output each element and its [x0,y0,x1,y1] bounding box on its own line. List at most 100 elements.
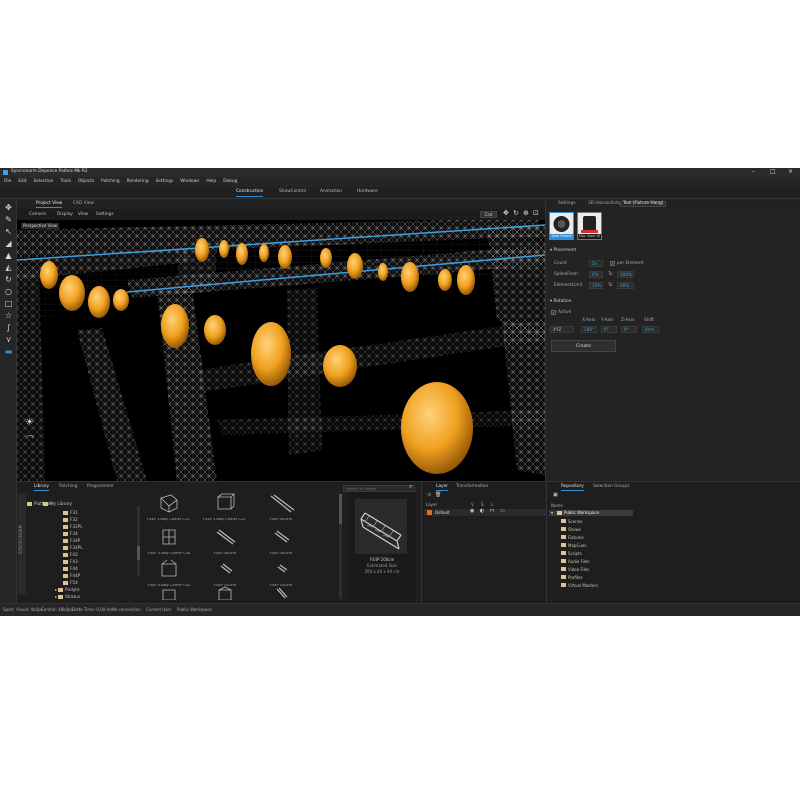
tab-programmer[interactable]: Programmer [87,484,114,489]
fill-tool-icon[interactable]: ◭ [3,263,14,273]
star-tool-icon[interactable]: ☆ [3,311,14,321]
tab-library[interactable]: Library [34,484,50,492]
repository-item[interactable]: Fixtures [561,535,584,540]
library-item[interactable]: F44P 300cm [203,526,247,556]
edit-tool-icon[interactable]: ✎ [3,215,14,225]
spline-from-field[interactable]: 0% [589,271,603,278]
placement-section-header[interactable]: ▾ Placement [550,248,576,253]
rotate-view-icon[interactable]: ↻ [513,210,519,217]
viewport-menu-settings[interactable]: Settings [96,212,114,217]
tree-item[interactable]: My Library [43,501,72,507]
library-item[interactable]: F44P 500cm [259,492,303,522]
rectangle-tool-icon[interactable]: □ [3,299,14,309]
tab-patching[interactable]: Patching [59,484,77,489]
menu-debug[interactable]: Debug [223,179,237,184]
tab-layer[interactable]: Layer [436,484,448,492]
search-icon[interactable]: ⌕ [409,484,412,490]
library-item[interactable]: F44P 1-Way Corner C13 110° [147,492,191,522]
repository-item[interactable]: Profiles [561,575,583,580]
tree-item[interactable]: F42 [63,552,78,558]
fixture-thumb-spot[interactable]: Spot Fixture [549,212,574,240]
library-item[interactable]: F44P 4-Way Corner C42 [147,558,191,588]
tree-item[interactable]: F34 [63,531,78,537]
repository-item[interactable]: Video Files [561,567,589,572]
menu-objects[interactable]: Objects [78,179,94,184]
library-item[interactable]: F44P 150cm [203,558,247,588]
grid-scrollbar-thumb[interactable] [339,494,342,524]
eye-icon[interactable]: ◉ [470,509,474,514]
circle-tool-icon[interactable]: ○ [3,287,14,297]
tree-item[interactable]: F44 [63,566,78,572]
menu-edit[interactable]: Edit [18,179,26,184]
tree-scrollbar-thumb[interactable] [137,546,140,560]
library-search-input[interactable]: Search in Library [343,485,415,492]
solo-icon[interactable]: ◐ [480,509,484,514]
maximize-icon[interactable]: □ [770,169,776,175]
spline-to-field[interactable]: 100% [617,271,634,278]
rotation-active-checkbox[interactable]: ✓ [551,310,556,315]
fit-view-icon[interactable]: ⊡ [533,210,539,217]
viewport-menu-camera[interactable]: Camera [29,212,46,217]
library-item[interactable] [203,586,247,602]
3d-scene[interactable]: Perspective View ☀ ◠ [17,220,545,481]
mode-hardware[interactable]: Hardware [357,189,378,194]
tree-item[interactable]: F32PL [63,524,83,530]
rotation-section-header[interactable]: ▾ Rotation [550,299,572,304]
tree-item[interactable]: ▸ Prolyte [55,587,80,593]
tab-project-view[interactable]: Project View [36,201,63,209]
tab-transformation[interactable]: Transformation [456,484,488,489]
active-tool-icon[interactable]: ▬ [3,347,14,357]
shift-field[interactable]: 0cm [642,326,659,333]
tab-selection-groups[interactable]: Selection Groups [593,484,630,489]
tab-tool-fixture-hang[interactable]: Tool (Fixture Hang) [620,201,667,208]
minimize-icon[interactable]: – [752,169,755,175]
tab-repository[interactable]: Repository [561,484,584,492]
z-axis-field[interactable]: 0° [621,326,637,333]
element-limit-to-field[interactable]: 90% [617,282,634,289]
lock-icon[interactable]: ⊓ [490,509,494,514]
rotation-mode-select[interactable]: XYZ [550,326,574,333]
cad-button[interactable]: Cad [480,211,497,218]
repository-folder-icon[interactable]: ▣ [553,493,558,498]
spline-tool-icon[interactable]: ∫ [3,323,14,333]
fixture-hang-tool-icon[interactable]: ⋎ [3,335,14,345]
add-layer-icon[interactable]: ⊕ [427,493,431,498]
tree-item[interactable]: F32 [63,517,78,523]
tree-scrollbar[interactable] [137,506,140,576]
menu-windows[interactable]: Windows [180,179,199,184]
move-view-icon[interactable]: ✥ [503,210,509,217]
grid-scrollbar[interactable] [339,494,342,599]
viewport-menu-display[interactable]: Display [57,212,73,217]
library-item[interactable]: F44P 3-Way Corner C30 [147,526,191,556]
create-button[interactable]: Create [551,340,616,352]
tab-cad-view[interactable]: CAD View [73,201,94,206]
repository-item[interactable]: Scripts [561,551,582,556]
tree-item[interactable]: ▸ Stratus [55,594,80,600]
menu-patching[interactable]: Patching [101,179,119,184]
sun-light-icon[interactable]: ☀ [25,418,34,428]
tree-item[interactable]: F34P [63,538,80,544]
zoom-view-icon[interactable]: ⊕ [523,210,529,217]
repository-item[interactable]: Scenes [561,519,582,524]
select-arrow-icon[interactable]: ↖ [3,227,14,237]
library-item[interactable]: F44P 200cm [259,526,303,556]
ramp-tool-icon[interactable]: ◢ [3,239,14,249]
x-axis-field[interactable]: 180° [581,326,597,333]
layer-row[interactable]: Default ◉ ◐ ⊓ ▭ [424,509,546,516]
tab-settings[interactable]: Settings [558,201,576,206]
mode-showcontrol[interactable]: ShowControl [279,189,306,194]
menu-settings[interactable]: Settings [156,179,174,184]
library-item[interactable] [147,586,191,602]
menu-rendering[interactable]: Rendering [127,179,149,184]
menu-tools[interactable]: Tools [60,179,71,184]
tree-item[interactable]: F43 [63,559,78,565]
gauge-icon[interactable]: ◠ [26,435,34,444]
mode-animation[interactable]: Animation [320,189,342,194]
y-axis-field[interactable]: 0° [601,326,617,333]
tree-item[interactable]: F44P [63,573,80,579]
layer-options-icon[interactable]: ▭ [500,509,505,514]
tab-3d-interactivity[interactable]: 3D Interactivity [588,201,621,206]
element-limit-from-field[interactable]: 10% [589,282,603,289]
layer-color-swatch[interactable] [427,510,432,515]
per-element-checkbox[interactable]: ✓ [610,261,615,266]
